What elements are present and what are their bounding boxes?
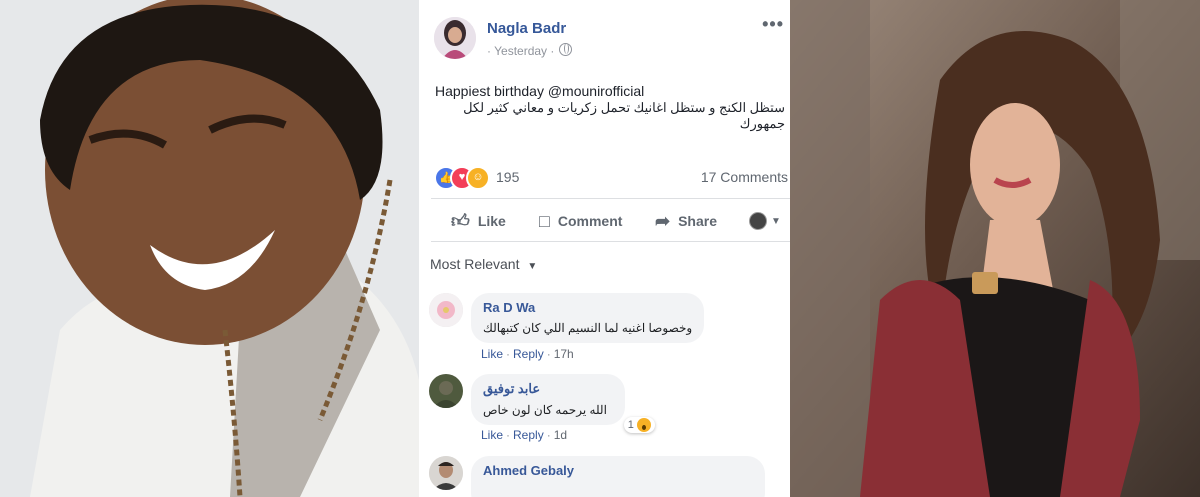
author-avatar-image	[434, 17, 476, 59]
comment-reply-link[interactable]: Reply	[513, 347, 544, 361]
man-avatar-image	[429, 456, 463, 490]
man-portrait-image	[0, 0, 419, 497]
left-photo	[0, 0, 419, 497]
post-timestamp[interactable]: · Yesterday ·	[487, 43, 573, 58]
comment-bubble: عابد توفيق الله يرحمه كان لون خاص 1	[471, 374, 655, 433]
comment-actions: Like · Reply · 17h	[481, 347, 574, 361]
comment-count-link[interactable]: 17 Comments	[701, 169, 788, 185]
comment-bubble: Ahmed Gebaly	[471, 456, 765, 497]
comment-reply-link[interactable]: Reply	[513, 428, 544, 442]
commenter-avatar[interactable]	[429, 293, 463, 327]
comment-time[interactable]: 17h	[554, 347, 574, 361]
comment-bubble: Ra D Wa وخصوصا اغنيه لما النسيم اللي كان…	[471, 293, 705, 343]
haha-reaction-icon: ☺	[466, 166, 490, 190]
post-text-line-1: Happiest birthday @mounirofficial	[435, 83, 645, 99]
comment-icon: □	[539, 210, 550, 231]
divider	[431, 198, 790, 199]
commenter-name[interactable]: Ahmed Gebaly	[483, 463, 753, 478]
post-time-text: · Yesterday ·	[487, 44, 555, 58]
right-photo	[790, 0, 1200, 497]
comment-time[interactable]: 1d	[554, 428, 567, 442]
comment-like-link[interactable]: Like	[481, 428, 503, 442]
like-button[interactable]: 👍︎ Like	[451, 205, 506, 237]
facebook-post-card: Nagla Badr · Yesterday · ••• Happiest bi…	[419, 0, 790, 497]
reaction-count[interactable]: 195	[496, 169, 519, 185]
wow-reaction-icon	[636, 418, 651, 432]
comment-text: الله يرحمه كان لون خاص	[483, 403, 607, 417]
author-avatar[interactable]	[434, 17, 476, 59]
comment-sort-dropdown[interactable]: Most Relevant ▼	[430, 256, 537, 272]
commenter-avatar[interactable]	[429, 456, 463, 490]
post-author-name[interactable]: Nagla Badr	[487, 20, 566, 37]
sort-label: Most Relevant	[430, 256, 520, 272]
comment-reaction-badge[interactable]: 1	[623, 417, 655, 433]
profile-thumbnail-icon	[749, 212, 767, 230]
woman-portrait-image	[790, 0, 1200, 497]
comment-button-label: Comment	[557, 213, 623, 229]
soldier-avatar-image	[429, 374, 463, 408]
thumbs-up-icon: 👍︎	[451, 211, 470, 231]
post-text-line-2: ستظل الكنج و ستظل اغانيك تحمل زكريات و م…	[463, 100, 785, 131]
globe-icon	[559, 43, 573, 56]
audience-selector[interactable]: ▼	[749, 205, 781, 237]
share-icon: ➦	[655, 210, 671, 231]
comment-actions: Like · Reply · 1d	[481, 428, 568, 442]
flower-avatar-image	[429, 293, 463, 327]
comment-like-link[interactable]: Like	[481, 347, 503, 361]
caret-down-icon: ▼	[527, 261, 538, 272]
commenter-avatar[interactable]	[429, 374, 463, 408]
more-options-icon[interactable]: •••	[762, 14, 784, 35]
like-button-label: Like	[477, 213, 506, 229]
commenter-name[interactable]: عابد توفيق	[483, 381, 607, 397]
comment-reaction-count: 1	[627, 419, 634, 431]
commenter-name[interactable]: Ra D Wa	[483, 300, 692, 315]
caret-down-icon: ▼	[771, 215, 781, 227]
share-button-label: Share	[678, 213, 718, 229]
divider	[431, 241, 790, 242]
comment-button[interactable]: □ Comment	[539, 205, 622, 237]
comment-text: وخصوصا اغنيه لما النسيم اللي كان كتبهالك	[483, 321, 693, 335]
post-actions-bar: 👍︎ Like □ Comment ➦ Share ▼	[419, 205, 790, 237]
share-button[interactable]: ➦ Share	[655, 205, 717, 237]
